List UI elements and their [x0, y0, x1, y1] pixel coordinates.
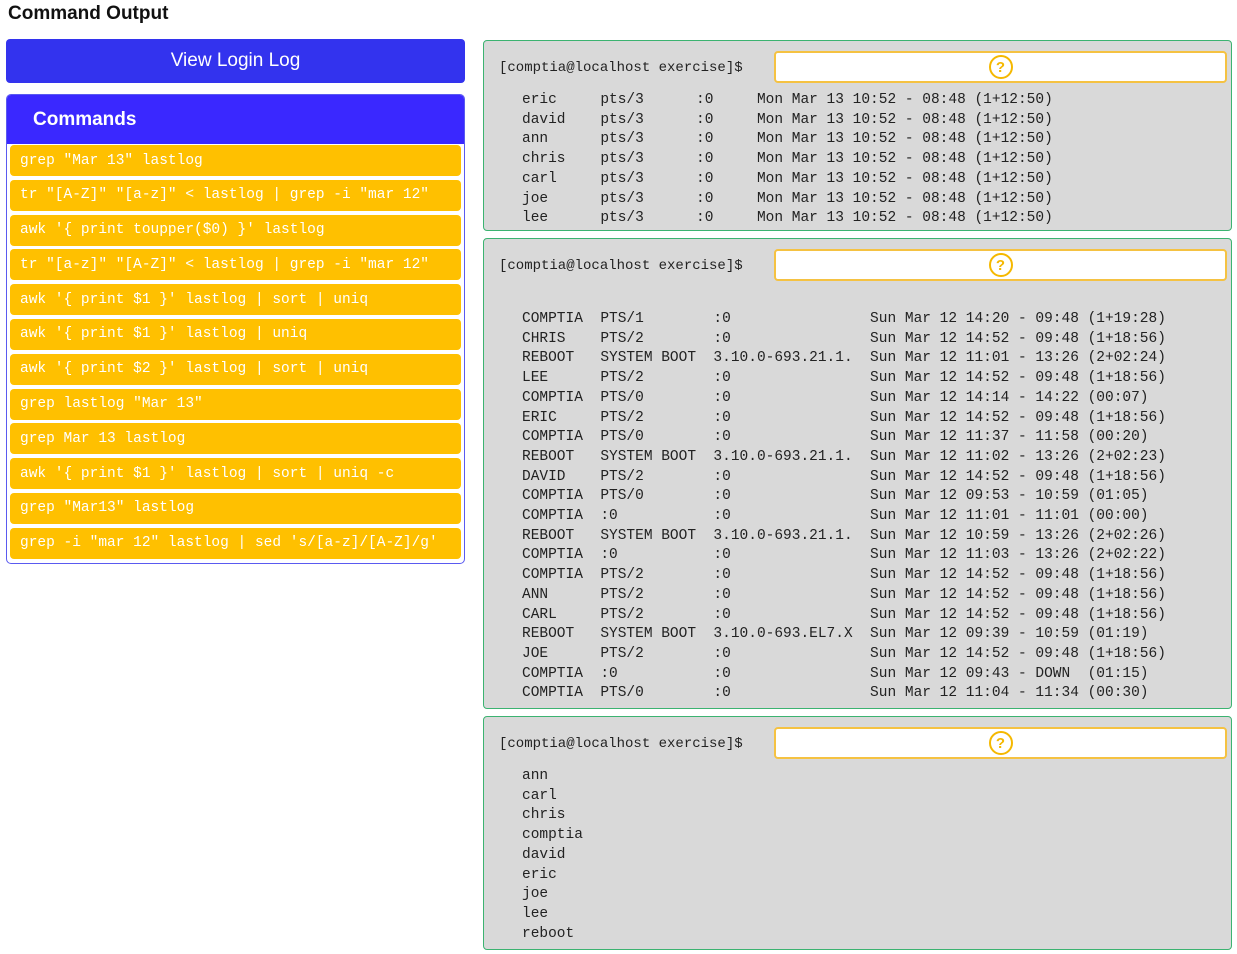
terminal-output-text: ann carl chris comptia david eric joe le…	[522, 768, 583, 942]
terminal-prompt: [comptia@localhost exercise]$	[499, 736, 743, 752]
command-option[interactable]: awk '{ print $1 }' lastlog | sort | uniq	[10, 284, 461, 316]
command-option[interactable]: tr "[a-z]" "[A-Z]" < lastlog | grep -i "…	[10, 249, 461, 281]
command-option[interactable]: grep Mar 13 lastlog	[10, 423, 461, 455]
command-drop-target-3[interactable]: ?	[774, 727, 1227, 759]
question-icon: ?	[988, 253, 1013, 277]
command-option[interactable]: grep "Mar 13" lastlog	[10, 145, 461, 176]
commands-header: Commands	[7, 95, 464, 144]
terminal-output-text: COMPTIA PTS/1 :0 Sun Mar 12 14:20 - 09:4…	[522, 311, 1166, 702]
terminal-output-1: [comptia@localhost exercise]$ ? eric pts…	[483, 40, 1232, 231]
question-icon: ?	[988, 55, 1013, 79]
command-option[interactable]: grep lastlog "Mar 13"	[10, 388, 461, 420]
terminal-output-text: eric pts/3 :0 Mon Mar 13 10:52 - 08:48 (…	[522, 92, 1053, 227]
terminal-prompt: [comptia@localhost exercise]$	[499, 258, 743, 274]
commands-panel: Commands grep "Mar 13" lastlog tr "[A-Z]…	[6, 94, 465, 564]
command-list: grep "Mar 13" lastlog tr "[A-Z]" "[a-z]"…	[7, 144, 464, 559]
command-option[interactable]: awk '{ print toupper($0) }' lastlog	[10, 214, 461, 246]
command-option[interactable]: awk '{ print $2 }' lastlog | sort | uniq	[10, 353, 461, 385]
terminal-output-2: [comptia@localhost exercise]$ ? COMPTIA …	[483, 238, 1232, 709]
command-option[interactable]: grep -i "mar 12" lastlog | sed 's/[a-z]/…	[10, 527, 461, 559]
page-title: Command Output	[8, 3, 169, 24]
command-option[interactable]: tr "[A-Z]" "[a-z]" < lastlog | grep -i "…	[10, 179, 461, 211]
command-option[interactable]: grep "Mar13" lastlog	[10, 492, 461, 524]
terminal-prompt: [comptia@localhost exercise]$	[499, 60, 743, 76]
question-icon: ?	[988, 731, 1013, 755]
command-option[interactable]: awk '{ print $1 }' lastlog | uniq	[10, 318, 461, 350]
terminal-output-3: [comptia@localhost exercise]$ ? ann carl…	[483, 716, 1232, 950]
command-drop-target-1[interactable]: ?	[774, 51, 1227, 83]
view-login-log-button[interactable]: View Login Log	[6, 39, 465, 83]
command-option[interactable]: awk '{ print $1 }' lastlog | sort | uniq…	[10, 458, 461, 490]
command-drop-target-2[interactable]: ?	[774, 249, 1227, 281]
